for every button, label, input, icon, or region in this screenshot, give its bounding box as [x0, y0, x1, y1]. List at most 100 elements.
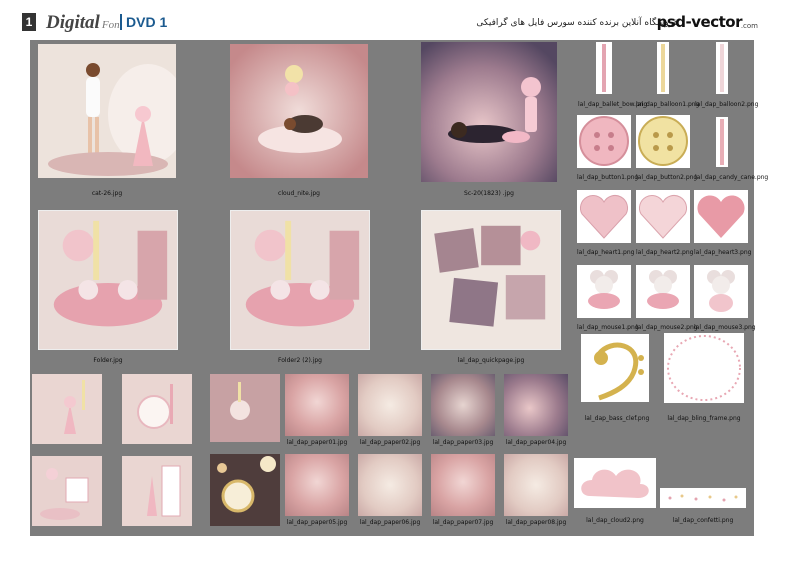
- paper-thumb-image: [32, 374, 102, 444]
- brand-logo: Digital Fon: [46, 12, 120, 34]
- mouse-image: [588, 270, 620, 309]
- item-caption: lal_dap_balloon1.png: [636, 101, 700, 108]
- thumb-caption: Folder.jpg: [93, 357, 123, 364]
- thumb-caption: lal_dap_paper05.jpg: [286, 519, 348, 526]
- thumbnail[interactable]: [660, 488, 746, 508]
- item-caption: lal_dap_cloud2.png: [586, 517, 644, 524]
- thumbnail[interactable]: [694, 265, 748, 318]
- thumbnail[interactable]: [122, 456, 192, 526]
- paper-thumb-image: [32, 456, 102, 526]
- thumbnail[interactable]: [358, 454, 422, 516]
- thumb-caption: lal_dap_paper03.jpg: [432, 439, 494, 446]
- page-header: 1 Digital Fon DVD 1 فروشگاه آنلاین برنده …: [0, 0, 800, 36]
- paper-thumb-image: [210, 374, 280, 442]
- thumbnail[interactable]: [581, 334, 649, 402]
- item-caption: lal_dap_bling_frame.png: [667, 415, 741, 422]
- thumbnail[interactable]: [421, 210, 561, 350]
- thumbnail[interactable]: [431, 374, 495, 436]
- mouse-image: [707, 270, 735, 312]
- thumbnail[interactable]: [210, 454, 280, 526]
- heart-image: [638, 194, 688, 239]
- item-caption: lal_dap_heart3.png: [694, 249, 752, 256]
- thumb-caption: lal_dap_paper08.jpg: [505, 519, 567, 526]
- item-caption: lal_dap_bass_clef.png: [584, 415, 650, 422]
- thumbnail[interactable]: [577, 190, 631, 243]
- item-caption: lal_dap_heart1.png: [577, 249, 635, 256]
- bling-frame-image: [667, 335, 741, 401]
- thumbnail[interactable]: [716, 42, 728, 94]
- thumbnail[interactable]: [574, 458, 656, 508]
- cloud-nite-image: [230, 44, 368, 178]
- mouse-image: [647, 270, 679, 309]
- thumbnail[interactable]: [716, 117, 728, 167]
- thumbnail[interactable]: [285, 454, 349, 516]
- item-caption: lal_dap_button1.png: [577, 174, 639, 181]
- folder-collage-image: [39, 211, 177, 349]
- thumb-caption: lal_dap_paper04.jpg: [505, 439, 567, 446]
- thumbnail[interactable]: [596, 42, 612, 94]
- thumbnail[interactable]: [636, 190, 690, 243]
- ballet-girl-image: [38, 44, 176, 178]
- item-caption: lal_dap_mouse2.png: [636, 324, 698, 331]
- thumbnail[interactable]: [504, 454, 568, 516]
- thumbnail[interactable]: [664, 333, 744, 403]
- site-logo: psd-vector: [656, 13, 743, 31]
- thumbnail[interactable]: [285, 374, 349, 436]
- dvd-label: DVD 1: [120, 14, 167, 30]
- heart-image: [697, 195, 745, 238]
- thumbnail[interactable]: [38, 44, 176, 178]
- thumbnail[interactable]: [210, 374, 280, 442]
- thumb-caption: Folder2 (2).jpg: [278, 357, 322, 364]
- brand-sub: Fon: [101, 19, 120, 31]
- paper-thumb-image: [210, 454, 280, 526]
- thumb-caption: lal_dap_paper07.jpg: [432, 519, 494, 526]
- thumbnail[interactable]: [32, 374, 102, 444]
- item-caption: lal_dap_ballet_bow.png: [578, 101, 648, 108]
- thumbnail[interactable]: [32, 456, 102, 526]
- thumbnail[interactable]: [230, 210, 370, 350]
- site-logo-sub: .com: [740, 22, 758, 30]
- confetti-image: [668, 494, 738, 502]
- candy-cane-image: [720, 119, 724, 165]
- item-caption: lal_dap_balloon2.png: [695, 101, 759, 108]
- page-number: 1: [22, 13, 36, 31]
- balloon-image: [661, 44, 665, 92]
- paper-thumb-image: [122, 374, 192, 444]
- brand-main: Digital: [46, 12, 100, 33]
- thumb-caption: lal_dap_paper01.jpg: [286, 439, 348, 446]
- folder2-collage-image: [231, 211, 369, 349]
- thumb-caption: Sc-20(1823) .jpg: [464, 190, 514, 197]
- thumbnail[interactable]: [230, 44, 368, 178]
- balloon-image: [720, 44, 724, 92]
- thumbnail[interactable]: [431, 454, 495, 516]
- thumbnail[interactable]: [577, 115, 631, 168]
- thumb-caption: lal_dap_paper06.jpg: [359, 519, 421, 526]
- thumbnail[interactable]: [657, 42, 669, 94]
- thumbnail[interactable]: [636, 265, 690, 318]
- thumb-caption: cat-26.jpg: [91, 190, 123, 197]
- ballet-bow-image: [602, 44, 606, 92]
- bass-clef-image: [594, 342, 644, 401]
- item-caption: lal_dap_mouse3.png: [694, 324, 756, 331]
- thumbnail[interactable]: [38, 210, 178, 350]
- gold-button-image: [638, 116, 688, 166]
- thumbnail[interactable]: [636, 115, 690, 168]
- thumbnail[interactable]: [694, 190, 748, 243]
- store-tagline: فروشگاه آنلاین برنده کننده سورس فایل های…: [476, 18, 678, 28]
- thumbnail[interactable]: [358, 374, 422, 436]
- thumbnail[interactable]: [577, 265, 631, 318]
- item-caption: lal_dap_heart2.png: [636, 249, 694, 256]
- item-caption: lal_dap_confetti.png: [672, 517, 734, 524]
- pink-button-image: [579, 116, 629, 166]
- thumbnail[interactable]: [122, 374, 192, 444]
- thumb-caption: lal_dap_paper02.jpg: [359, 439, 421, 446]
- thumbnail[interactable]: [421, 42, 557, 182]
- thumb-caption: cloud_nite.jpg: [278, 190, 320, 197]
- thumb-caption: lal_dap_quickpage.jpg: [457, 357, 525, 364]
- cloud-image: [581, 469, 649, 498]
- heart-image: [579, 194, 629, 239]
- thumbnail[interactable]: [504, 374, 568, 436]
- item-caption: lal_dap_button2.png: [636, 174, 698, 181]
- paper-thumb-image: [122, 456, 192, 526]
- item-caption: lal_dap_mouse1.png: [577, 324, 639, 331]
